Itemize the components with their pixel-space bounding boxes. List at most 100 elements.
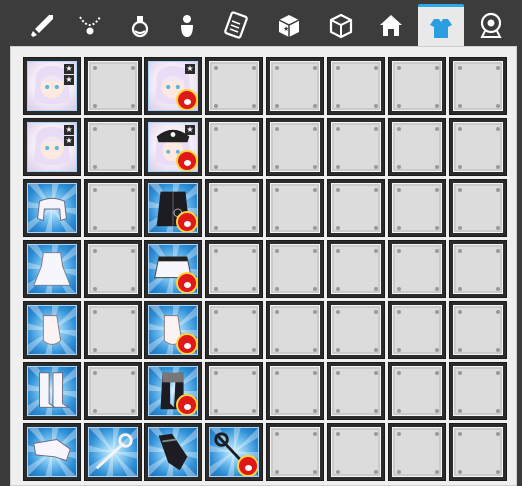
empty-slot[interactable]: [449, 179, 507, 237]
rivet: [275, 127, 279, 131]
slot-frame: [27, 244, 77, 294]
empty-slot[interactable]: [327, 362, 385, 420]
empty-slot[interactable]: [388, 301, 446, 359]
rivet: [435, 188, 439, 192]
rivet: [313, 348, 317, 352]
rivet: [496, 249, 500, 253]
pet-tab[interactable]: [468, 4, 514, 46]
star-badge-icon: ★: [64, 64, 74, 74]
accessory-tab[interactable]: [67, 4, 113, 46]
empty-slot[interactable]: [449, 301, 507, 359]
rivet: [336, 66, 340, 70]
potion-tab[interactable]: [117, 4, 163, 46]
paw-badge-icon: [176, 333, 197, 354]
rivet: [131, 104, 135, 108]
empty-slot[interactable]: [327, 240, 385, 298]
slot-frame: [88, 122, 138, 172]
rivet: [275, 287, 279, 291]
rivet: [131, 66, 135, 70]
rivet: [435, 432, 439, 436]
paw-badge-icon: [176, 394, 197, 415]
empty-slot[interactable]: [84, 118, 142, 176]
empty-slot[interactable]: [205, 118, 263, 176]
empty-slot[interactable]: [205, 301, 263, 359]
empty-slot[interactable]: [388, 423, 446, 481]
empty-slot[interactable]: [205, 179, 263, 237]
empty-slot[interactable]: [205, 240, 263, 298]
inventory-item-slot[interactable]: [23, 240, 81, 298]
rivet: [336, 348, 340, 352]
rivet: [313, 165, 317, 169]
empty-slot[interactable]: [84, 240, 142, 298]
card-tab[interactable]: [213, 4, 259, 46]
rivet: [397, 249, 401, 253]
slot-frame: [453, 61, 503, 111]
empty-slot[interactable]: [449, 240, 507, 298]
empty-slot[interactable]: [449, 423, 507, 481]
empty-slot[interactable]: [449, 57, 507, 115]
rivet: [435, 409, 439, 413]
empty-slot[interactable]: [449, 118, 507, 176]
empty-slot[interactable]: [327, 57, 385, 115]
inventory-item-slot[interactable]: [23, 362, 81, 420]
empty-slot[interactable]: [205, 57, 263, 115]
empty-slot[interactable]: [266, 301, 324, 359]
inventory-item-slot[interactable]: ★ ★: [23, 118, 81, 176]
rivet: [275, 66, 279, 70]
rivet: [458, 165, 462, 169]
empty-slot[interactable]: [388, 240, 446, 298]
inventory-item-slot[interactable]: [205, 423, 263, 481]
slot-frame: [453, 366, 503, 416]
inventory-item-slot[interactable]: [23, 179, 81, 237]
empty-slot[interactable]: [84, 362, 142, 420]
empty-slot[interactable]: [388, 118, 446, 176]
slot-frame: [453, 183, 503, 233]
inventory-item-slot[interactable]: [144, 362, 202, 420]
empty-slot[interactable]: [449, 362, 507, 420]
inventory-item-slot[interactable]: [23, 423, 81, 481]
empty-slot[interactable]: [388, 57, 446, 115]
empty-slot[interactable]: [327, 179, 385, 237]
slot-frame: [27, 427, 77, 477]
empty-slot[interactable]: [84, 57, 142, 115]
inventory-item-slot[interactable]: [23, 301, 81, 359]
weapon-tab[interactable]: [18, 4, 64, 46]
empty-slot[interactable]: [266, 57, 324, 115]
empty-slot[interactable]: [327, 301, 385, 359]
empty-slot[interactable]: [327, 423, 385, 481]
box-open-tab[interactable]: [318, 4, 364, 46]
rivet: [252, 104, 256, 108]
empty-slot[interactable]: [327, 118, 385, 176]
rivet: [131, 249, 135, 253]
inventory-item-slot[interactable]: [144, 179, 202, 237]
slot-frame: [148, 366, 198, 416]
box-tab[interactable]: ★: [266, 4, 312, 46]
inventory-item-slot[interactable]: ★: [144, 118, 202, 176]
empty-slot[interactable]: [266, 240, 324, 298]
inventory-item-slot[interactable]: [144, 423, 202, 481]
empty-slot[interactable]: [388, 362, 446, 420]
bag-tab[interactable]: [164, 4, 210, 46]
rivet: [313, 249, 317, 253]
slot-frame: [270, 61, 320, 111]
empty-slot[interactable]: [84, 301, 142, 359]
slot-frame: [209, 244, 259, 294]
costume-tab[interactable]: [418, 4, 464, 46]
empty-slot[interactable]: [266, 118, 324, 176]
inventory-item-slot[interactable]: [144, 240, 202, 298]
inventory-item-slot[interactable]: ★: [144, 57, 202, 115]
empty-slot[interactable]: [266, 423, 324, 481]
inventory-item-slot[interactable]: [84, 423, 142, 481]
empty-slot[interactable]: [84, 179, 142, 237]
inventory-item-slot[interactable]: ★ ★: [23, 57, 81, 115]
inventory-item-slot[interactable]: [144, 301, 202, 359]
empty-slot[interactable]: [266, 362, 324, 420]
rivet: [435, 348, 439, 352]
empty-slot[interactable]: [205, 362, 263, 420]
slot-frame: [453, 244, 503, 294]
house-tab[interactable]: [368, 4, 414, 46]
rivet: [252, 188, 256, 192]
empty-slot[interactable]: [388, 179, 446, 237]
slot-frame: [88, 61, 138, 111]
empty-slot[interactable]: [266, 179, 324, 237]
